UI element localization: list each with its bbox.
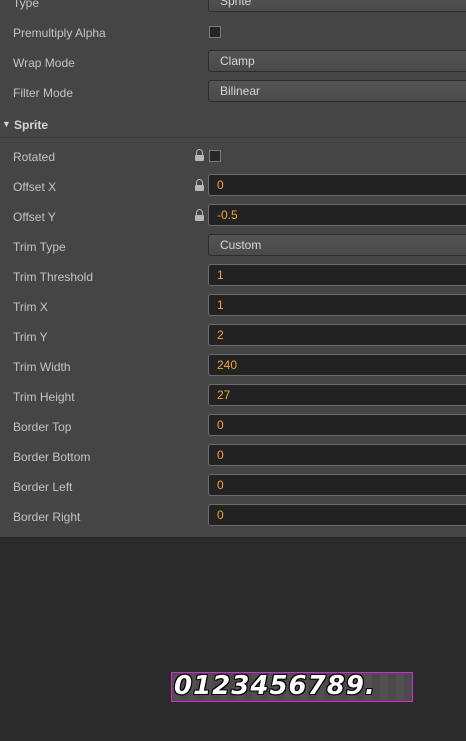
wrap-mode-label: Wrap Mode bbox=[13, 56, 75, 70]
border-left-row: Border Left 0 bbox=[0, 472, 466, 502]
lock-icon[interactable] bbox=[195, 149, 204, 162]
offset-y-label: Offset Y bbox=[13, 210, 56, 224]
trim-x-field[interactable]: 1 bbox=[208, 294, 466, 316]
trim-width-row: Trim Width 240 bbox=[0, 352, 466, 382]
trim-y-field[interactable]: 2 bbox=[208, 324, 466, 346]
trim-type-select[interactable]: Custom bbox=[208, 234, 466, 256]
wrap-mode-row: Wrap Mode Clamp bbox=[0, 48, 466, 78]
sprite-section-title: Sprite bbox=[14, 118, 49, 132]
border-bottom-label: Border Bottom bbox=[13, 450, 91, 464]
border-bottom-row: Border Bottom 0 bbox=[0, 442, 466, 472]
inspector-panel: Type Sprite Premultiply Alpha Wrap Mode … bbox=[0, 0, 466, 538]
sprite-preview: 0123456789. bbox=[171, 671, 413, 702]
type-row: Type Sprite bbox=[0, 0, 466, 18]
rotated-label: Rotated bbox=[13, 150, 56, 164]
premultiply-alpha-row: Premultiply Alpha bbox=[0, 18, 466, 48]
rotated-checkbox[interactable] bbox=[209, 150, 221, 162]
offset-x-row: Offset X 0 bbox=[0, 172, 466, 202]
border-left-field[interactable]: 0 bbox=[208, 474, 466, 496]
border-bottom-field[interactable]: 0 bbox=[208, 444, 466, 466]
sprite-preview-text: 0123456789. bbox=[174, 671, 376, 701]
trim-threshold-label: Trim Threshold bbox=[13, 270, 94, 284]
trim-type-label: Trim Type bbox=[13, 240, 66, 254]
offset-y-row: Offset Y -0.5 bbox=[0, 202, 466, 232]
trim-x-row: Trim X 1 bbox=[0, 292, 466, 322]
trim-height-label: Trim Height bbox=[13, 390, 75, 404]
border-top-label: Border Top bbox=[13, 420, 72, 434]
border-top-row: Border Top 0 bbox=[0, 412, 466, 442]
border-right-row: Border Right 0 bbox=[0, 502, 466, 532]
type-label: Type bbox=[13, 0, 40, 10]
offset-x-field[interactable]: 0 bbox=[208, 174, 466, 196]
border-right-field[interactable]: 0 bbox=[208, 504, 466, 526]
trim-y-label: Trim Y bbox=[13, 330, 48, 344]
filter-mode-row: Filter Mode Bilinear bbox=[0, 78, 466, 108]
trim-width-field[interactable]: 240 bbox=[208, 354, 466, 376]
trim-width-label: Trim Width bbox=[13, 360, 71, 374]
offset-y-field[interactable]: -0.5 bbox=[208, 204, 466, 226]
filter-mode-select[interactable]: Bilinear bbox=[208, 80, 466, 102]
rotated-row: Rotated bbox=[0, 142, 466, 172]
trim-threshold-row: Trim Threshold 1 bbox=[0, 262, 466, 292]
lock-icon[interactable] bbox=[195, 209, 204, 222]
trim-y-row: Trim Y 2 bbox=[0, 322, 466, 352]
trim-height-field[interactable]: 27 bbox=[208, 384, 466, 406]
premultiply-alpha-checkbox[interactable] bbox=[209, 26, 221, 38]
trim-x-label: Trim X bbox=[13, 300, 48, 314]
premultiply-alpha-label: Premultiply Alpha bbox=[13, 26, 106, 40]
collapse-triangle-icon[interactable]: ▼ bbox=[2, 119, 11, 129]
border-top-field[interactable]: 0 bbox=[208, 414, 466, 436]
filter-mode-label: Filter Mode bbox=[13, 86, 74, 100]
wrap-mode-select[interactable]: Clamp bbox=[208, 50, 466, 72]
trim-threshold-field[interactable]: 1 bbox=[208, 264, 466, 286]
trim-height-row: Trim Height 27 bbox=[0, 382, 466, 412]
trim-type-row: Trim Type Custom bbox=[0, 232, 466, 262]
type-select[interactable]: Sprite bbox=[208, 0, 466, 12]
border-right-label: Border Right bbox=[13, 510, 81, 524]
sprite-section-header[interactable]: ▼ Sprite bbox=[0, 112, 466, 138]
offset-x-label: Offset X bbox=[13, 180, 57, 194]
border-left-label: Border Left bbox=[13, 480, 73, 494]
lock-icon[interactable] bbox=[195, 179, 204, 192]
